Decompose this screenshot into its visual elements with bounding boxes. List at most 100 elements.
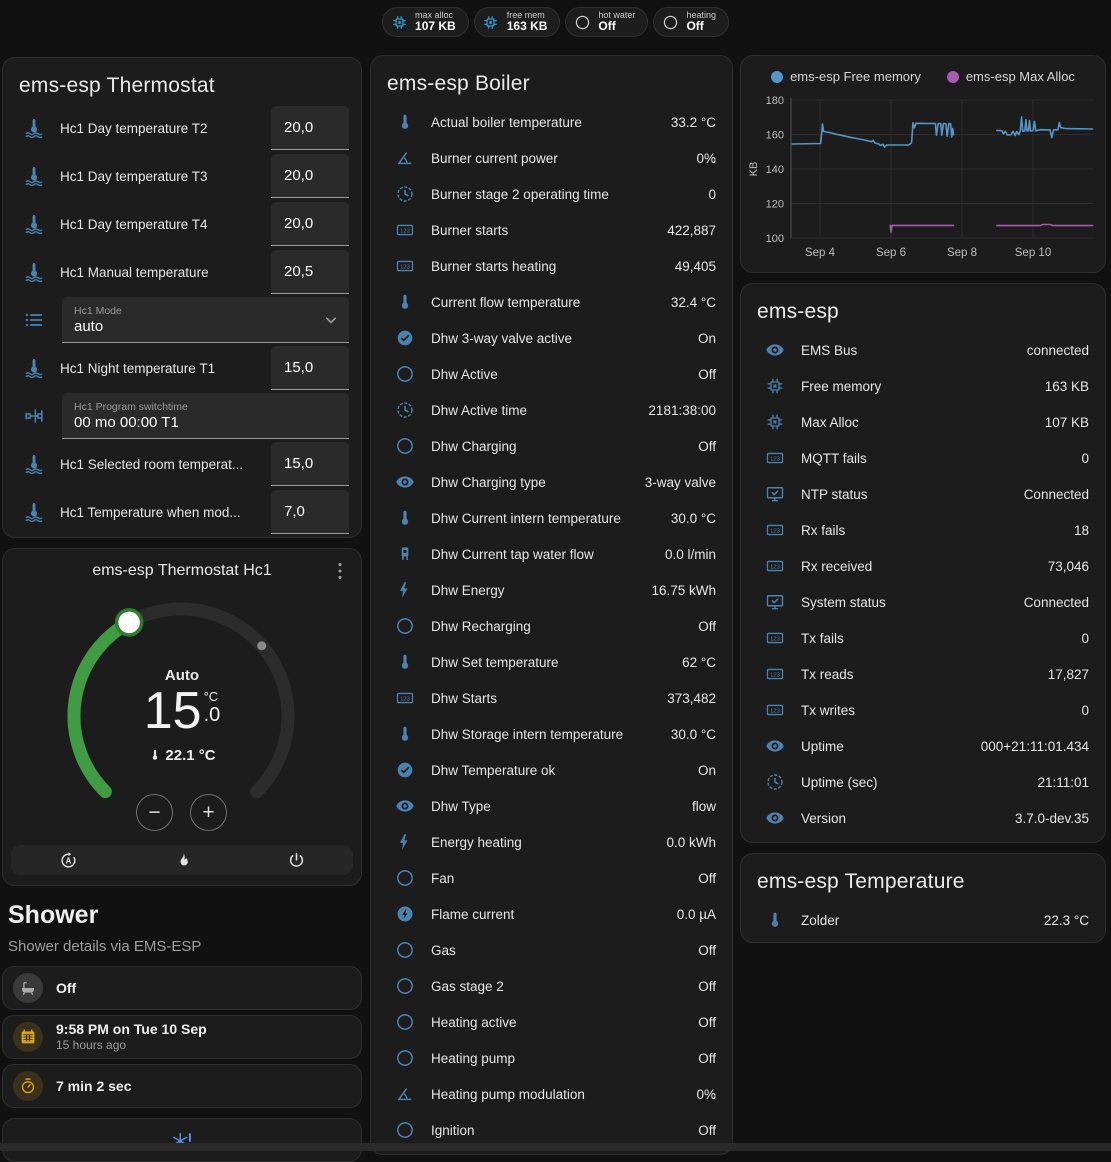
number-input[interactable]: 15,0 (271, 442, 349, 486)
entity-row[interactable]: Gas stage 2 Off (371, 968, 732, 1004)
entity-row[interactable]: Dhw Current tap water flow 0.0 l/min (371, 536, 732, 572)
water-thermometer-icon (23, 165, 45, 187)
entity-row[interactable]: Uptime 000+21:11:01.434 (741, 728, 1105, 764)
entity-row[interactable]: Zolder 22.3 °C (741, 902, 1105, 938)
number-input[interactable]: 15,0 (271, 346, 349, 390)
water-thermometer-icon (23, 453, 45, 475)
entity-row[interactable]: Rx fails 18 (741, 512, 1105, 548)
number-input[interactable]: 20,0 (271, 154, 349, 198)
entity-value: Off (698, 943, 716, 958)
entity-icon (765, 484, 785, 504)
entity-row[interactable]: Version 3.7.0-dev.35 (741, 800, 1105, 836)
status-badge[interactable]: free mem 163 KB (474, 7, 561, 37)
status-badge[interactable]: hot water Off (565, 7, 648, 37)
entity-row[interactable]: Dhw Storage intern temperature 30.0 °C (371, 716, 732, 752)
entity-row[interactable]: Fan Off (371, 860, 732, 896)
entity-icon (395, 616, 415, 636)
entity-icon (395, 436, 415, 456)
entity-row[interactable]: Flame current 0.0 µA (371, 896, 732, 932)
entity-row[interactable]: Actual boiler temperature 33.2 °C (371, 104, 732, 140)
hvac-mode-button[interactable] (239, 845, 353, 875)
shower-item-card[interactable]: Off (2, 966, 362, 1010)
entity-row[interactable]: Gas Off (371, 932, 732, 968)
entity-row[interactable]: Tx fails 0 (741, 620, 1105, 656)
number-input[interactable]: 7,0 (271, 490, 349, 534)
entity-row[interactable]: Heating pump modulation 0% (371, 1076, 732, 1112)
entity-row[interactable]: Uptime (sec) 21:11:01 (741, 764, 1105, 800)
hvac-mode-icon (59, 851, 78, 870)
number-input[interactable]: 20,0 (271, 202, 349, 246)
entity-value: 0.0 µA (677, 907, 716, 922)
entity-label: MQTT fails (801, 451, 1081, 466)
entity-label: Heating active (431, 1015, 698, 1030)
shower-item-icon (13, 1071, 43, 1101)
water-thermometer-icon (23, 213, 45, 235)
number-input[interactable]: 20,0 (271, 106, 349, 150)
entity-row[interactable]: Heating active Off (371, 1004, 732, 1040)
entity-row[interactable]: Tx reads 17,827 (741, 656, 1105, 692)
entity-value: Off (698, 619, 716, 634)
entity-row[interactable]: Dhw Set temperature 62 °C (371, 644, 732, 680)
hvac-mode-button[interactable] (125, 845, 239, 875)
entity-row[interactable]: Dhw Temperature ok On (371, 752, 732, 788)
entity-row[interactable]: Dhw Current intern temperature 30.0 °C (371, 500, 732, 536)
bottom-scrollbar[interactable] (0, 1143, 1111, 1151)
entity-row[interactable]: Burner starts 422,887 (371, 212, 732, 248)
temperature-card-title: ems-esp Temperature (741, 854, 1105, 900)
increase-temp-button[interactable]: + (190, 794, 227, 831)
entity-icon (395, 1012, 415, 1032)
entity-label: NTP status (801, 487, 1024, 502)
entity-row[interactable]: Dhw Charging type 3-way valve (371, 464, 732, 500)
number-input[interactable]: 20,5 (271, 250, 349, 294)
entity-value: Connected (1024, 595, 1089, 610)
entity-value: 0 (1081, 451, 1089, 466)
svg-text:Sep 4: Sep 4 (805, 247, 836, 259)
entity-row[interactable]: Max Alloc 107 KB (741, 404, 1105, 440)
entity-row[interactable]: Burner current power 0% (371, 140, 732, 176)
status-badge[interactable]: heating Off (653, 7, 729, 37)
badge-value: Off (686, 20, 716, 34)
entity-row[interactable]: MQTT fails 0 (741, 440, 1105, 476)
entity-icon (395, 1084, 415, 1104)
entity-row[interactable]: Current flow temperature 32.4 °C (371, 284, 732, 320)
hvac-mode-button[interactable] (11, 845, 125, 875)
entity-value: connected (1027, 343, 1089, 358)
shower-item-card[interactable]: 9:58 PM on Tue 10 Sep 15 hours ago (2, 1015, 362, 1059)
decrease-temp-button[interactable]: − (136, 794, 173, 831)
entity-row[interactable]: System status Connected (741, 584, 1105, 620)
legend-item[interactable]: ems-esp Free memory (771, 69, 921, 84)
entity-row[interactable]: EMS Bus connected (741, 332, 1105, 368)
top-badges-bar: max alloc 107 KB free mem 163 KB hot wat… (0, 7, 1111, 37)
chart-legend: ems-esp Free memory ems-esp Max Alloc (741, 69, 1105, 84)
current-temp-dot (257, 641, 266, 650)
select-entity-row: Hc1 Mode auto (3, 296, 361, 344)
frost-alert-card[interactable] (2, 1118, 362, 1162)
entity-row[interactable]: Heating pump Off (371, 1040, 732, 1076)
shower-item-card[interactable]: 7 min 2 sec (2, 1064, 362, 1108)
entity-row[interactable]: Energy heating 0.0 kWh (371, 824, 732, 860)
select-value: auto (74, 318, 319, 335)
entity-row[interactable]: Dhw 3-way valve active On (371, 320, 732, 356)
entity-value: 0.0 l/min (665, 547, 716, 562)
entity-row[interactable]: Dhw Charging Off (371, 428, 732, 464)
mode-select[interactable]: Hc1 Mode auto (62, 297, 349, 343)
dial-knob[interactable] (117, 610, 142, 635)
entity-row[interactable]: Dhw Type flow (371, 788, 732, 824)
entity-row[interactable]: Dhw Starts 373,482 (371, 680, 732, 716)
entity-label: Rx received (801, 559, 1048, 574)
entity-row[interactable]: Dhw Active time 2181:38:00 (371, 392, 732, 428)
entity-row[interactable]: Free memory 163 KB (741, 368, 1105, 404)
entity-row[interactable]: Dhw Active Off (371, 356, 732, 392)
entity-row[interactable]: Tx writes 0 (741, 692, 1105, 728)
entity-row[interactable]: Burner stage 2 operating time 0 (371, 176, 732, 212)
entity-row[interactable]: Dhw Energy 16.75 kWh (371, 572, 732, 608)
entity-label: Actual boiler temperature (431, 115, 671, 130)
entity-row[interactable]: Rx received 73,046 (741, 548, 1105, 584)
badge-icon (573, 13, 591, 31)
legend-item[interactable]: ems-esp Max Alloc (947, 69, 1075, 84)
entity-row[interactable]: NTP status Connected (741, 476, 1105, 512)
text-input[interactable]: Hc1 Program switchtime 00 mo 00:00 T1 (62, 393, 349, 439)
entity-row[interactable]: Dhw Recharging Off (371, 608, 732, 644)
status-badge[interactable]: max alloc 107 KB (382, 7, 469, 37)
entity-row[interactable]: Burner starts heating 49,405 (371, 248, 732, 284)
